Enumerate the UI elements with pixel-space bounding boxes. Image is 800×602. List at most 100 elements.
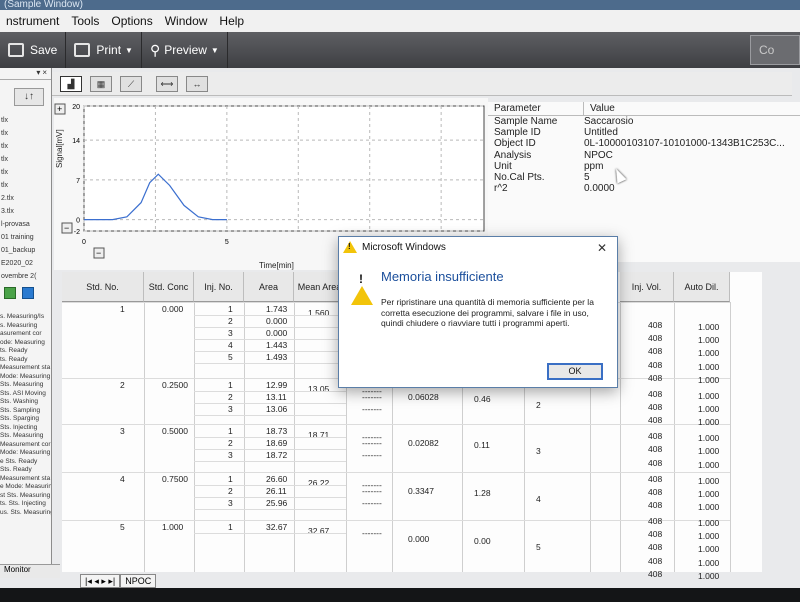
auto-dil-cell: 1.000 (698, 322, 720, 332)
row-divider (194, 533, 346, 534)
print-dropdown-icon[interactable]: ▼ (125, 46, 133, 55)
file-item[interactable]: 3.tlx (0, 205, 51, 218)
mean-area-cell: 13.05 (308, 384, 330, 394)
save-icon (8, 43, 24, 57)
log-item: s. Measuring/Is (0, 313, 45, 320)
auto-dil-cell: 1.000 (698, 502, 720, 512)
file-item[interactable]: tlx (0, 179, 51, 192)
expand-icon[interactable]: ↔ (186, 75, 208, 92)
dialog-titlebar: Microsoft Windows ✕ (339, 237, 617, 257)
pin-icon[interactable]: ▾ (36, 68, 40, 79)
log-item: ts. Sts. Injecting (0, 500, 46, 507)
parameter-name: Object ID (494, 138, 536, 150)
area-cell: 13.11 (266, 392, 287, 402)
file-item[interactable]: tlx (0, 114, 51, 127)
auto-dil-cell: 1.000 (698, 390, 720, 401)
inj-no-cell: 3 (228, 450, 233, 460)
inj-no-cell: 1 (228, 304, 233, 314)
file-item[interactable]: l-provasa (0, 218, 51, 231)
inj-vol-cell: 408 (648, 346, 663, 357)
column-divider (144, 302, 145, 572)
file-item[interactable]: 2.tlx (0, 192, 51, 205)
file-item[interactable]: 01_backup (0, 244, 51, 257)
x-tick-label: 5 (225, 239, 229, 246)
inj-vol-cell: 408 (648, 402, 663, 412)
inj-vol-cell: 408 (648, 444, 663, 455)
dialog-close-icon[interactable]: ✕ (597, 241, 607, 255)
sort-button[interactable]: ↓↑ (14, 88, 44, 106)
file-item[interactable]: tlx (0, 140, 51, 153)
inj-no-cell: 2 (228, 392, 233, 402)
area-cell: 18.73 (266, 426, 288, 436)
calibration-view-icon[interactable]: ⟋ (120, 75, 142, 92)
parameter-col-header: Parameter (488, 102, 584, 115)
menu-instrument[interactable]: nstrument (6, 14, 59, 28)
parameter-value: Untitled (584, 127, 618, 139)
print-icon (74, 43, 91, 57)
table-view-icon[interactable]: ▦ (90, 75, 112, 92)
menu-tools[interactable]: Tools (71, 14, 99, 28)
std-conc-cell: 0.000 (162, 304, 184, 314)
parameter-name: No.Cal Pts. (494, 171, 545, 183)
dash-cell: ------- (362, 450, 382, 460)
fit-width-icon[interactable]: ⟷ (156, 75, 178, 92)
chart-view-icon[interactable]: ▟ (60, 75, 82, 92)
file-item[interactable]: ovembre 2( (0, 270, 51, 283)
monitor-icon[interactable] (22, 287, 34, 299)
inj-no-cell: 1 (228, 380, 233, 390)
save-label: Save (30, 43, 58, 57)
menu-help[interactable]: Help (219, 14, 244, 28)
log-item: Sts. Sparging (0, 415, 40, 422)
parameter-row: Sample ID Untitled (488, 127, 800, 138)
menu-options[interactable]: Options (111, 14, 152, 28)
area-cell: 1.443 (266, 340, 288, 350)
group-divider (62, 424, 730, 425)
tab-nav-buttons[interactable]: |◂ ◂ ▸ ▸| (80, 574, 121, 588)
file-item[interactable]: tlx (0, 127, 51, 140)
close-icon[interactable]: × (42, 68, 47, 79)
column-header[interactable]: Area (244, 272, 294, 302)
area-cell: 18.69 (266, 438, 288, 448)
intercept-cell: 0.00 (474, 536, 491, 546)
log-item: ode: Measuring (0, 338, 45, 346)
log-item: us. Sts. Measuring (0, 508, 52, 516)
tab-npoc[interactable]: NPOC (120, 574, 157, 588)
parameter-name: Unit (494, 160, 512, 172)
y-axis-label: Signal[mV] (55, 129, 64, 168)
menu-window[interactable]: Window (165, 14, 208, 28)
auto-dil-cell: 1.000 (698, 361, 720, 372)
inj-vol-cell: 408 (648, 431, 663, 442)
point-cell: 5 (536, 542, 541, 552)
column-header[interactable]: Inj. Vol. (620, 272, 674, 302)
column-header[interactable]: Inj. No. (194, 272, 244, 302)
group-divider (62, 520, 730, 521)
x-minus-icon: − (96, 248, 101, 258)
connect-button[interactable]: Co (750, 35, 800, 65)
file-item[interactable]: tlx (0, 153, 51, 166)
preview-dropdown-icon[interactable]: ▼ (211, 46, 219, 55)
auto-dil-cell: 1.000 (698, 531, 720, 542)
magnifier-icon: ⚲ (149, 41, 161, 58)
plot-area (83, 105, 485, 232)
file-item[interactable]: 01 training (0, 231, 51, 244)
dash-cell: ------- (362, 486, 382, 496)
preview-button[interactable]: ⚲ Preview ▼ (142, 32, 228, 68)
file-item[interactable]: tlx (0, 166, 51, 179)
save-button[interactable]: Save (0, 32, 67, 68)
file-item[interactable]: E2020_02 (0, 257, 51, 270)
sheet-tabs: |◂ ◂ ▸ ▸| NPOC (80, 574, 240, 588)
column-header[interactable]: Auto Dil. (674, 272, 730, 302)
column-header[interactable]: Std. Conc (144, 272, 194, 302)
left-pane-header: ▾ × (0, 68, 51, 80)
print-button[interactable]: Print ▼ (66, 32, 142, 68)
point-cell: 4 (536, 494, 541, 504)
ok-button[interactable]: OK (547, 363, 603, 380)
dash-cell: ------- (362, 438, 382, 448)
inj-vol-cell: 408 (648, 486, 663, 497)
monitor-tab[interactable]: Monitor (0, 564, 60, 578)
parameter-row: No.Cal Pts. 5 (488, 172, 800, 183)
parameter-row: r^2 0.0000 (488, 183, 800, 194)
column-header[interactable]: Std. No. (62, 272, 144, 302)
refresh-icon[interactable] (4, 287, 16, 299)
log-list: s. Measuring/Is s. Measuring asurement cor… (0, 313, 51, 517)
